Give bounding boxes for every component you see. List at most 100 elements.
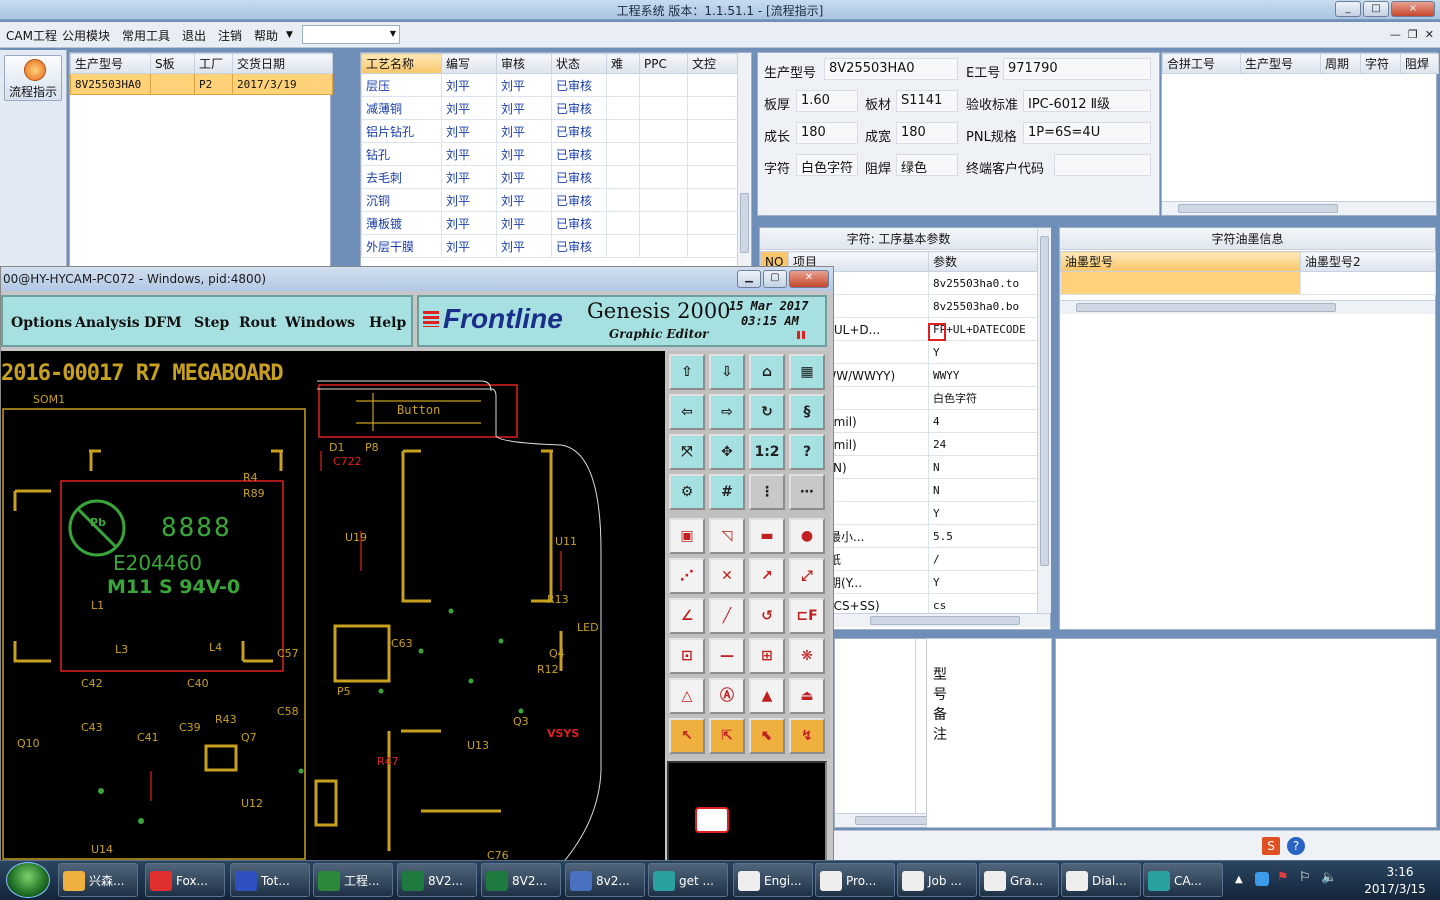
table-row[interactable]: 减薄铜 刘平 刘平 已审核 xyxy=(361,96,738,120)
process-cell[interactable]: 刘平 xyxy=(441,142,497,166)
param-value-cell[interactable]: 4 xyxy=(928,409,1038,433)
tool-left-icon[interactable]: ⇦ xyxy=(669,394,705,430)
width-field[interactable]: 180 xyxy=(896,122,958,144)
tool-tri1-icon[interactable]: △ xyxy=(669,678,705,714)
col-process[interactable]: 工艺名称 xyxy=(361,53,442,74)
table-row[interactable]: 层压 刘平 刘平 已审核 xyxy=(361,73,738,97)
col-s-board[interactable]: S板 xyxy=(150,53,195,74)
process-cell[interactable] xyxy=(606,165,640,189)
table-row[interactable]: 沉铜 刘平 刘平 已审核 xyxy=(361,188,738,212)
process-cell[interactable] xyxy=(606,96,640,120)
process-cell[interactable] xyxy=(639,188,688,212)
process-cell[interactable]: 已审核 xyxy=(551,73,607,97)
col-doc-control[interactable]: 文控 xyxy=(687,53,738,74)
taskbar-item[interactable]: get ... xyxy=(648,863,728,897)
col-ppc[interactable]: PPC xyxy=(639,53,688,74)
col-merge-char[interactable]: 字符 xyxy=(1360,53,1401,74)
param-value-cell[interactable]: WWYY xyxy=(928,363,1038,387)
param-value-cell[interactable]: 8v25503ha0.to xyxy=(928,271,1038,295)
process-cell[interactable] xyxy=(639,73,688,97)
taskbar-item[interactable]: Gra... xyxy=(979,863,1059,897)
param-value-cell[interactable]: 24 xyxy=(928,432,1038,456)
process-cell[interactable]: 刘平 xyxy=(496,119,552,143)
col-merge-mask[interactable]: 阻焊 xyxy=(1400,53,1439,74)
param-value-cell[interactable]: 5.5 xyxy=(928,524,1038,548)
col-merge-job[interactable]: 合拼工号 xyxy=(1162,53,1241,74)
param-value-cell[interactable]: N xyxy=(928,478,1038,502)
taskbar-item[interactable]: Fox... xyxy=(145,863,225,897)
sogou-icon[interactable]: S xyxy=(1262,837,1280,855)
ink-hscroll[interactable] xyxy=(1060,300,1435,314)
process-cell[interactable] xyxy=(687,119,738,143)
tool-window-icon[interactable]: ▦ xyxy=(789,354,825,390)
tool-mirror-icon[interactable]: ⊏F xyxy=(789,598,825,634)
tool-angle-icon[interactable]: ∠ xyxy=(669,598,705,634)
process-cell[interactable]: 刘平 xyxy=(441,234,497,258)
genesis-menu-rout[interactable]: Rout xyxy=(239,315,277,331)
taskbar-item[interactable]: Tot... xyxy=(230,863,310,897)
process-cell[interactable]: 刘平 xyxy=(441,188,497,212)
process-cell[interactable]: 刘平 xyxy=(496,211,552,235)
volume-icon[interactable]: 🔈 xyxy=(1321,870,1337,885)
process-cell[interactable] xyxy=(606,234,640,258)
table-row[interactable]: 钻孔 刘平 刘平 已审核 xyxy=(361,142,738,166)
col-merge-period[interactable]: 周期 xyxy=(1320,53,1361,74)
process-cell[interactable]: 外层干膜 xyxy=(361,234,442,258)
col-param[interactable]: 参数 xyxy=(928,251,1038,272)
tool-pointer3-icon[interactable]: ⬉ xyxy=(749,718,785,754)
tool-copy-icon[interactable]: ⊡ xyxy=(669,638,705,674)
tool-slash-icon[interactable]: ╱ xyxy=(709,598,745,634)
process-cell[interactable]: 刘平 xyxy=(441,211,497,235)
tool-grid-icon[interactable]: # xyxy=(709,474,745,510)
process-cell[interactable]: 已审核 xyxy=(551,165,607,189)
tool-measure-icon[interactable]: ⊞ xyxy=(749,638,785,674)
tool-down-icon[interactable]: ⇩ xyxy=(709,354,745,390)
process-cell[interactable] xyxy=(639,234,688,258)
process-cell[interactable]: 刘平 xyxy=(496,188,552,212)
tool-right-icon[interactable]: ⇨ xyxy=(709,394,745,430)
process-cell[interactable]: 去毛刺 xyxy=(361,165,442,189)
tool-pointer2-icon[interactable]: ⇱ xyxy=(709,718,745,754)
notes-text-panel[interactable] xyxy=(1055,638,1437,828)
process-cell[interactable]: 层压 xyxy=(361,73,442,97)
tool-area-icon[interactable]: ◹ xyxy=(709,518,745,554)
col-difficulty[interactable]: 难 xyxy=(606,53,640,74)
menu-exit[interactable]: 退出 xyxy=(182,27,206,44)
taskbar-item[interactable]: 8V2... xyxy=(397,863,477,897)
material-field[interactable]: S1141 xyxy=(896,90,958,112)
process-cell[interactable] xyxy=(606,119,640,143)
param-value-cell[interactable]: Y xyxy=(928,340,1038,364)
cell-delivery[interactable]: 2017/3/19 xyxy=(232,73,333,95)
genesis-menu-analysis[interactable]: Analysis xyxy=(75,315,140,331)
table-row[interactable] xyxy=(1060,271,1436,295)
tool-fit-icon[interactable]: ⤧ xyxy=(669,434,705,470)
mdi-controls[interactable]: — ❐ ✕ xyxy=(1390,28,1434,41)
tool-tri4-icon[interactable]: ⏏ xyxy=(789,678,825,714)
genesis-menu-step[interactable]: Step xyxy=(194,315,229,331)
tool-cross-icon[interactable]: ✕ xyxy=(709,558,745,594)
col-merge-model[interactable]: 生产型号 xyxy=(1240,53,1321,74)
genesis-close-button[interactable]: ✕ xyxy=(789,270,829,288)
process-cell[interactable] xyxy=(639,211,688,235)
genesis-minimize-button[interactable]: ▁ xyxy=(737,270,761,288)
menu-combo[interactable]: ▼ xyxy=(302,25,400,44)
tool-select-icon[interactable]: ▣ xyxy=(669,518,705,554)
flag-icon[interactable]: ⚐ xyxy=(1299,870,1311,885)
param-value-cell[interactable]: Y xyxy=(928,501,1038,525)
process-cell[interactable]: 刘平 xyxy=(496,73,552,97)
process-cell[interactable] xyxy=(606,188,640,212)
genesis-menu-windows[interactable]: Windows xyxy=(285,315,355,331)
process-cell[interactable]: 刘平 xyxy=(496,165,552,189)
process-cell[interactable]: 刘平 xyxy=(441,119,497,143)
param-value-cell[interactable]: N xyxy=(928,455,1038,479)
table-row[interactable]: 外层干膜 刘平 刘平 已审核 xyxy=(361,234,738,258)
process-scrollbar[interactable] xyxy=(737,53,751,267)
tool-scale-icon[interactable]: 1:2 xyxy=(749,434,785,470)
process-cell[interactable]: 薄板镀 xyxy=(361,211,442,235)
tool-group-icon[interactable]: ❋ xyxy=(789,638,825,674)
tool-settings-icon[interactable]: ⚙ xyxy=(669,474,705,510)
minimize-button[interactable]: _ xyxy=(1335,1,1361,17)
tool-help-icon[interactable]: ? xyxy=(789,434,825,470)
taskbar-item[interactable]: 兴森... xyxy=(58,863,138,897)
process-cell[interactable]: 已审核 xyxy=(551,96,607,120)
